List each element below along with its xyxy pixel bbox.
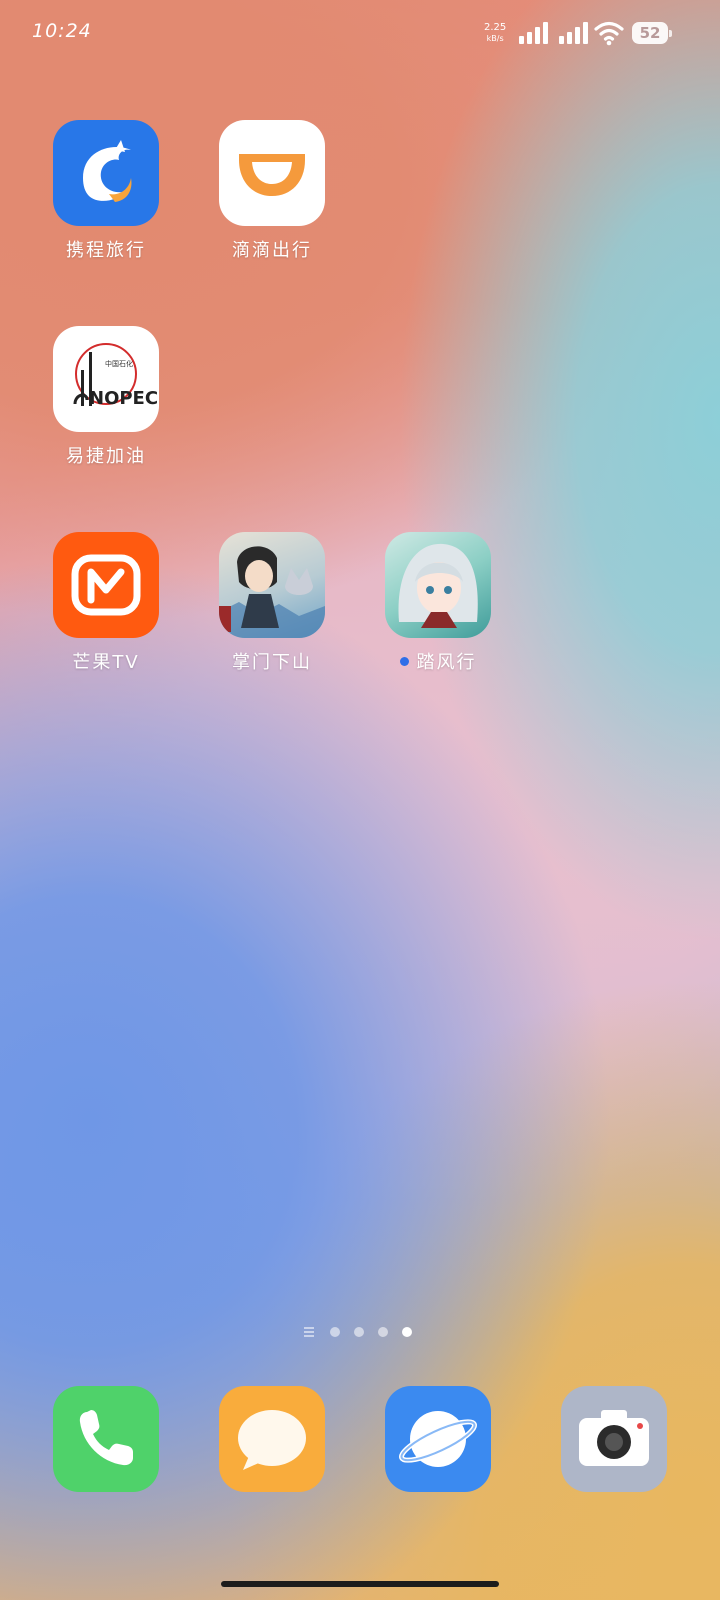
home-indicator[interactable] <box>221 1581 499 1587</box>
app-ctrip[interactable]: 携程旅行 <box>53 120 159 262</box>
app-zhangmen[interactable]: 掌门下山 <box>219 532 325 674</box>
dock-camera[interactable] <box>561 1386 667 1492</box>
page-dot[interactable] <box>378 1327 388 1337</box>
sinopec-icon: NOPEC 中国石化 <box>53 326 159 432</box>
app-tafengxing[interactable]: 踏风行 <box>385 532 491 674</box>
message-bubble-icon <box>238 1410 306 1470</box>
page-dot-active[interactable] <box>402 1327 412 1337</box>
app-list-icon[interactable] <box>304 1327 314 1337</box>
app-mango-tv[interactable]: 芒果TV <box>53 532 159 674</box>
svg-text:NOPEC: NOPEC <box>89 388 158 409</box>
page-dot[interactable] <box>354 1327 364 1337</box>
mango-tv-icon <box>53 532 159 638</box>
tafengxing-game-icon <box>385 532 491 638</box>
network-speed-value: 2.25 <box>484 22 507 33</box>
app-label: 芒果TV <box>72 652 140 673</box>
zhangmen-game-icon <box>219 532 325 638</box>
battery-tip <box>669 30 672 37</box>
app-label: 掌门下山 <box>232 652 312 673</box>
planet-icon <box>399 1411 477 1467</box>
battery-level: 52 <box>632 22 668 44</box>
phone-icon <box>79 1410 133 1466</box>
svg-text:中国石化: 中国石化 <box>105 359 133 368</box>
dock-messages[interactable] <box>219 1386 325 1492</box>
app-label: 易捷加油 <box>66 446 146 467</box>
cellular-signal-2-icon <box>559 22 588 44</box>
ctrip-dolphin-icon <box>53 120 159 226</box>
didi-icon <box>219 120 325 226</box>
app-label-with-dot: 踏风行 <box>385 648 491 674</box>
camera-icon <box>579 1410 649 1466</box>
network-speed-unit: kB/s <box>486 34 504 43</box>
app-label: 携程旅行 <box>66 240 146 261</box>
dock-browser[interactable] <box>385 1386 491 1492</box>
page-indicator[interactable] <box>304 1326 416 1338</box>
app-sinopec[interactable]: NOPEC 中国石化 易捷加油 <box>53 326 159 468</box>
dock-phone[interactable] <box>53 1386 159 1492</box>
status-time: 10:24 <box>32 20 92 42</box>
battery-indicator: 52 <box>632 22 672 44</box>
new-install-dot <box>399 656 409 666</box>
app-label: 滴滴出行 <box>232 240 312 261</box>
wifi-icon <box>594 21 624 46</box>
network-speed: 2.25 kB/s <box>484 22 506 44</box>
status-bar: 10:24 2.25 kB/s 52 <box>0 0 720 70</box>
page-dot[interactable] <box>330 1327 340 1337</box>
app-label: 踏风行 <box>416 652 477 673</box>
cellular-signal-icon <box>519 22 548 44</box>
app-didi[interactable]: 滴滴出行 <box>219 120 325 262</box>
